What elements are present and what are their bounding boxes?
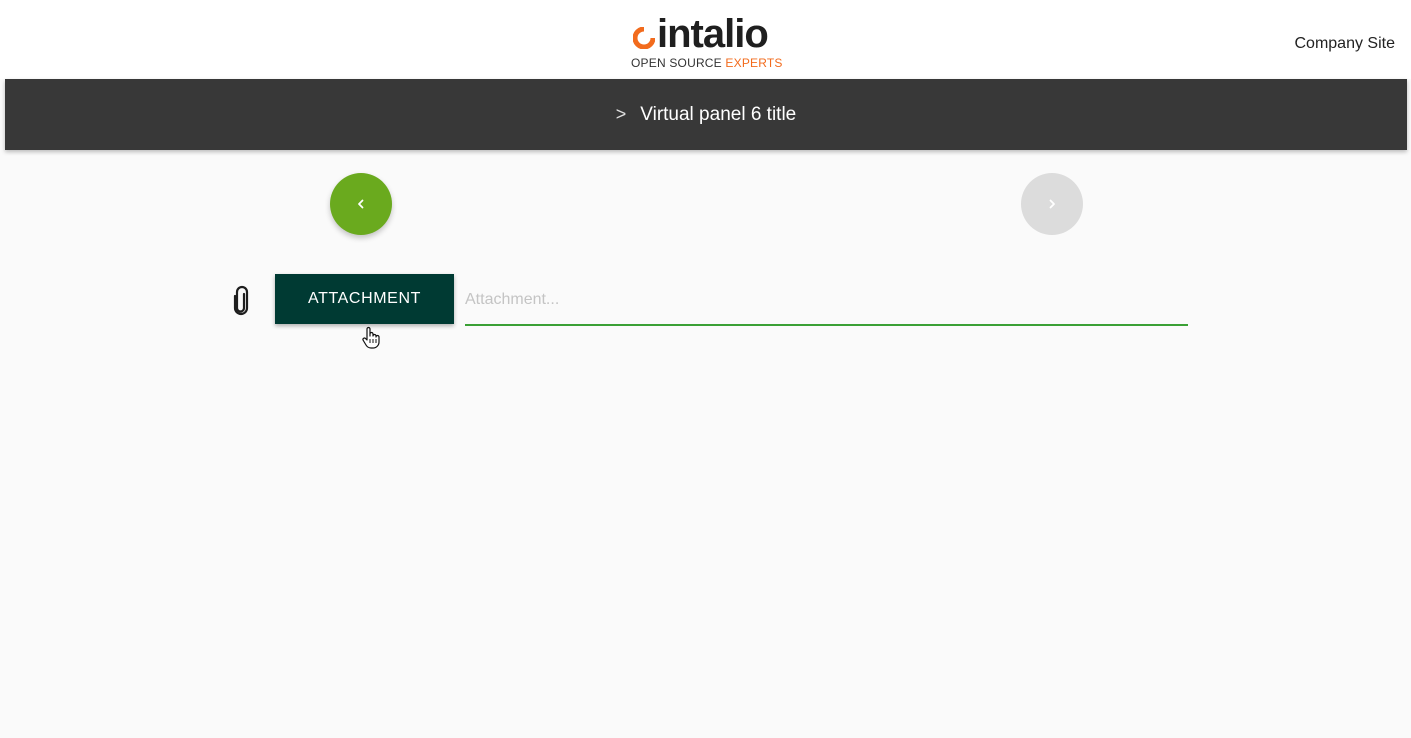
panel-title-wrap: > Virtual panel 6 title [5,102,1407,127]
panel-title-bar: > Virtual panel 6 title [5,79,1407,150]
attachment-button[interactable]: ATTACHMENT [275,274,454,324]
logo-ring-icon [633,27,655,49]
logo-wordmark: intalio [657,12,769,56]
panel-title: Virtual panel 6 title [640,104,797,125]
previous-panel-button[interactable] [330,173,392,235]
intalio-logo[interactable]: intalio OPEN SOURCE EXPERTS [620,14,790,76]
company-site-link[interactable]: Company Site [1295,34,1396,54]
hand-pointer-cursor-icon [362,326,380,349]
top-header: intalio OPEN SOURCE EXPERTS Company Site [0,0,1411,79]
logo-tagline-experts: EXPERTS [725,56,783,70]
chevron-left-icon [358,199,364,209]
paperclip-icon [233,285,249,316]
chevron-right-icon [1049,199,1055,209]
logo-tagline: OPEN SOURCE EXPERTS [631,56,783,70]
breadcrumb-chevron-icon: > [615,104,627,124]
next-panel-button[interactable] [1021,173,1083,235]
logo-tagline-open-source: OPEN SOURCE [631,56,726,70]
attachment-field [465,282,1188,326]
attachment-input[interactable] [465,282,1188,318]
page: intalio OPEN SOURCE EXPERTS Company Site… [0,0,1411,738]
